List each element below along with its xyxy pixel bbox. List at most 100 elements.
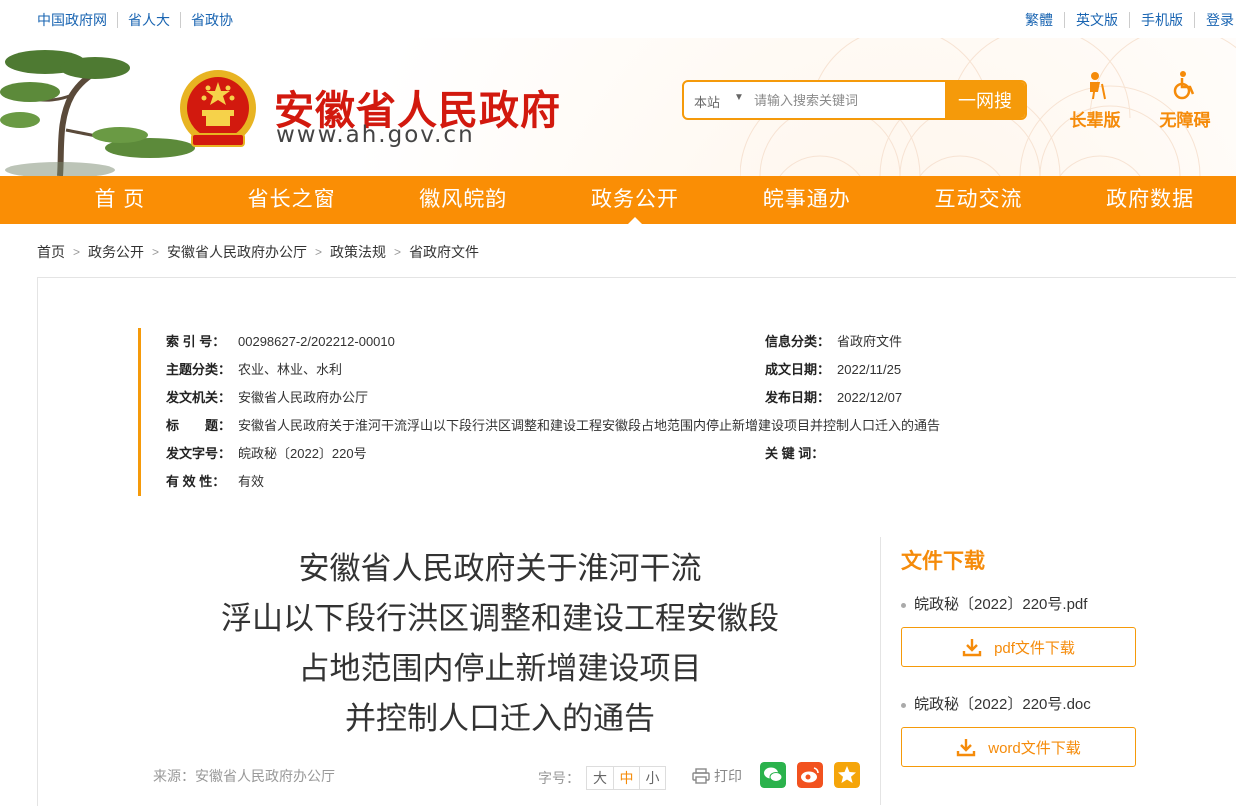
document-title-line: 占地范围内停止新增建设项目	[298, 651, 702, 686]
link-traditional[interactable]: 繁體	[1014, 12, 1064, 28]
nav-anhui-culture[interactable]: 徽风皖韵	[377, 176, 549, 224]
search-input[interactable]	[754, 88, 944, 112]
nav-interaction[interactable]: 互动交流	[893, 176, 1065, 224]
wheelchair-icon	[1173, 71, 1195, 100]
link-login[interactable]: 登录	[1194, 12, 1236, 28]
font-size-medium[interactable]: 中	[613, 767, 639, 789]
chevron-right-icon: >	[73, 245, 81, 259]
meta-value: 2022/11/25	[837, 362, 902, 377]
nav-governor-window[interactable]: 省长之窗	[206, 176, 378, 224]
top-bar: 中国政府网 省人大 省政协 繁體 英文版 手机版 登录	[0, 0, 1236, 40]
wechat-share-icon[interactable]	[760, 762, 786, 788]
nav-home[interactable]: 首 页	[34, 176, 206, 224]
meta-key: 关 键 词：	[765, 446, 825, 461]
meta-value: 00298627-2/202212-00010	[238, 334, 395, 349]
download-section-title: 文件下载	[901, 550, 985, 573]
elderly-mode-label: 长辈版	[1069, 111, 1121, 130]
breadcrumb: 首页 > 政务公开 > 安徽省人民政府办公厅 > 政策法规 > 省政府文件	[37, 242, 479, 262]
chevron-right-icon: >	[315, 245, 323, 259]
word-download-label: word文件下载	[988, 739, 1081, 757]
search-scope-select[interactable]: 本站	[694, 92, 720, 111]
breadcrumb-provincial-docs[interactable]: 省政府文件	[409, 242, 479, 262]
document-source: 来源：安徽省人民政府办公厅	[153, 768, 335, 784]
link-provincial-cppcc[interactable]: 省政协	[180, 12, 243, 28]
meta-value: 省政府文件	[837, 334, 903, 349]
chevron-right-icon: >	[152, 245, 160, 259]
meta-keywords: 关 键 词：	[765, 446, 837, 462]
font-size-large[interactable]: 大	[587, 767, 613, 789]
nav-government-affairs[interactable]: 政务公开	[549, 176, 721, 224]
meta-title: 标 题： 安徽省人民政府关于淮河干流浮山以下段行洪区调整和建设工程安徽段占地范围内…	[166, 418, 940, 434]
search-button[interactable]: 一网搜	[945, 82, 1025, 118]
nav-government-data[interactable]: 政府数据	[1064, 176, 1236, 224]
meta-key: 发文机关：	[166, 390, 232, 405]
link-english[interactable]: 英文版	[1064, 12, 1129, 28]
site-url: www.ah.gov.cn	[276, 122, 475, 148]
meta-topic: 主题分类： 农业、林业、水利	[166, 362, 342, 378]
meta-value: 安徽省人民政府关于淮河干流浮山以下段行洪区调整和建设工程安徽段占地范围内停止新增…	[238, 418, 941, 433]
accessibility-button[interactable]: 无障碍	[1150, 70, 1220, 131]
huangshan-pine-logo	[0, 50, 195, 176]
font-size-small[interactable]: 小	[639, 767, 665, 789]
print-label: 打印	[714, 768, 742, 784]
meta-key: 有 效 性：	[166, 474, 226, 489]
meta-validity: 有 效 性： 有效	[166, 474, 264, 490]
sidebar-divider	[880, 537, 881, 805]
elderly-person-icon	[1090, 72, 1106, 100]
document-title-line: 并控制人口迁入的通告	[345, 701, 655, 736]
download-icon	[957, 739, 976, 757]
font-size-control: 字号： 大 中 小	[538, 766, 666, 790]
pdf-download-label: pdf文件下载	[994, 639, 1075, 657]
font-size-options: 大 中 小	[586, 766, 666, 790]
chevron-right-icon: >	[394, 245, 402, 259]
meta-published-date: 发布日期： 2022/12/07	[765, 390, 902, 406]
meta-key: 标 题：	[166, 418, 232, 433]
word-download-button[interactable]: word文件下载	[901, 727, 1136, 767]
nav-services[interactable]: 皖事通办	[721, 176, 893, 224]
meta-key: 发文字号：	[166, 446, 232, 461]
search-box: 本站 ▼ 一网搜	[682, 80, 1027, 120]
meta-value: 安徽省人民政府办公厅	[238, 390, 369, 405]
meta-value: 皖政秘〔2022〕220号	[238, 446, 367, 461]
link-provincial-congress[interactable]: 省人大	[117, 12, 180, 28]
meta-key: 信息分类：	[765, 334, 831, 349]
meta-key: 主题分类：	[166, 362, 232, 377]
pdf-download-button[interactable]: pdf文件下载	[901, 627, 1136, 667]
download-file-name: 皖政秘〔2022〕220号.pdf	[914, 596, 1088, 613]
download-icon	[962, 639, 982, 657]
link-gov-cn[interactable]: 中国政府网	[37, 12, 117, 28]
download-file-item: 皖政秘〔2022〕220号.pdf	[901, 593, 1087, 614]
chevron-down-icon[interactable]: ▼	[734, 92, 744, 103]
meta-value: 有效	[238, 474, 265, 489]
document-title: 安徽省人民政府关于淮河干流 浮山以下段行洪区调整和建设工程安徽段 占地范围内停止…	[150, 544, 850, 744]
meta-key: 索 引 号：	[166, 334, 226, 349]
breadcrumb-home[interactable]: 首页	[37, 242, 65, 262]
link-mobile[interactable]: 手机版	[1129, 12, 1194, 28]
top-links-left: 中国政府网 省人大 省政协	[37, 12, 243, 28]
bullet-icon	[901, 602, 906, 608]
print-button[interactable]: 打印	[692, 766, 742, 786]
printer-icon	[692, 768, 710, 784]
document-metadata: 索 引 号： 00298627-2/202212-00010 信息分类： 省政府文件…	[138, 328, 1038, 496]
meta-category: 信息分类： 省政府文件	[765, 334, 902, 350]
download-file-name: 皖政秘〔2022〕220号.doc	[914, 696, 1091, 713]
main-nav: 首 页 省长之窗 徽风皖韵 政务公开 皖事通办 互动交流 政府数据	[0, 176, 1236, 224]
meta-created-date: 成文日期： 2022/11/25	[765, 362, 901, 378]
font-size-label: 字号：	[538, 770, 580, 786]
meta-index-no: 索 引 号： 00298627-2/202212-00010	[166, 334, 395, 350]
weibo-share-icon[interactable]	[797, 762, 823, 788]
national-emblem-icon	[180, 70, 256, 147]
document-title-line: 浮山以下段行洪区调整和建设工程安徽段	[221, 601, 779, 636]
download-file-item: 皖政秘〔2022〕220号.doc	[901, 693, 1091, 714]
breadcrumb-general-office[interactable]: 安徽省人民政府办公厅	[167, 242, 307, 262]
breadcrumb-policies[interactable]: 政策法规	[330, 242, 386, 262]
meta-value: 农业、林业、水利	[238, 362, 343, 377]
favorite-star-icon[interactable]	[834, 762, 860, 788]
breadcrumb-gov-affairs[interactable]: 政务公开	[88, 242, 144, 262]
accessibility-label: 无障碍	[1159, 111, 1211, 130]
top-links-right: 繁體 英文版 手机版 登录	[1014, 12, 1236, 28]
meta-key: 成文日期：	[765, 362, 831, 377]
document-title-line: 安徽省人民政府关于淮河干流	[298, 551, 702, 586]
meta-doc-number: 发文字号： 皖政秘〔2022〕220号	[166, 446, 367, 462]
elderly-mode-button[interactable]: 长辈版	[1060, 70, 1130, 131]
